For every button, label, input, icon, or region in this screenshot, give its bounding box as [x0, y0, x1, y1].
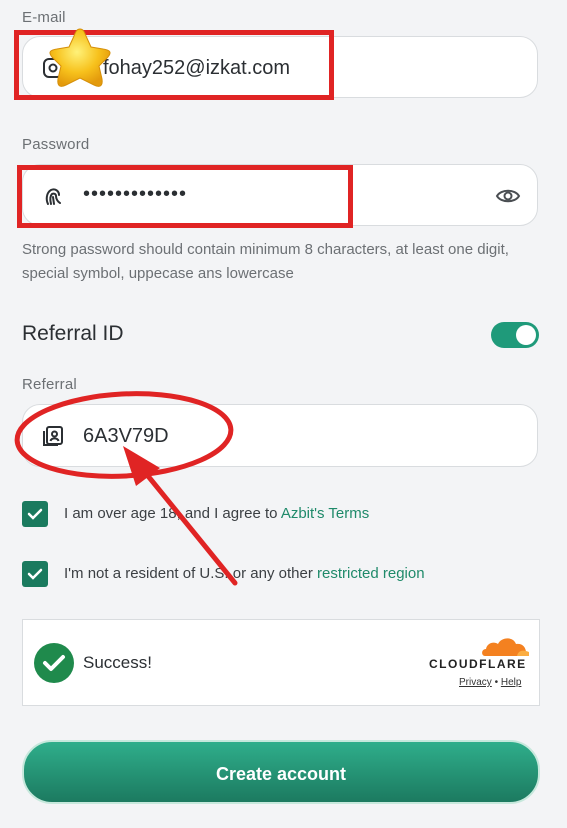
check-icon: [27, 568, 43, 580]
residency-checkbox[interactable]: [22, 561, 48, 587]
password-label: Password: [22, 136, 90, 153]
restricted-region-link[interactable]: restricted region: [317, 565, 425, 582]
residency-text: I'm not a resident of U.S. or any other …: [64, 565, 425, 582]
privacy-link[interactable]: Privacy: [459, 677, 492, 688]
links-separator: •: [494, 677, 499, 688]
referral-label: Referral: [22, 376, 77, 393]
cloudflare-captcha: Success! CLOUDFLARE Privacy • Help: [22, 619, 540, 706]
cloudflare-cloud-icon: [482, 638, 529, 656]
check-icon: [27, 508, 43, 520]
help-link[interactable]: Help: [501, 677, 522, 688]
success-check-icon: [34, 643, 74, 683]
email-label: E-mail: [22, 9, 66, 26]
toggle-knob: [516, 325, 536, 345]
terms-link[interactable]: Azbit's Terms: [281, 505, 369, 522]
referral-toggle[interactable]: [491, 322, 539, 348]
referral-value: 6A3V79D: [83, 425, 169, 447]
eye-icon[interactable]: [495, 184, 521, 208]
create-account-button[interactable]: Create account: [22, 740, 540, 804]
star-sticker-icon: [49, 28, 111, 87]
cloudflare-brand: CLOUDFLARE: [429, 657, 527, 671]
annotation-box-password: [17, 165, 353, 228]
contact-card-icon: [43, 426, 63, 446]
referral-field[interactable]: 6A3V79D: [22, 404, 538, 467]
referral-toggle-label: Referral ID: [22, 322, 124, 345]
terms-text: I am over age 18, and I agree to Azbit's…: [64, 505, 369, 522]
residency-prefix: I'm not a resident of U.S. or any other: [64, 565, 317, 582]
terms-prefix: I am over age 18, and I agree to: [64, 505, 281, 522]
captcha-links: Privacy • Help: [459, 677, 521, 688]
terms-checkbox[interactable]: [22, 501, 48, 527]
captcha-status: Success!: [83, 653, 152, 672]
password-hint: Strong password should contain minimum 8…: [22, 241, 509, 282]
